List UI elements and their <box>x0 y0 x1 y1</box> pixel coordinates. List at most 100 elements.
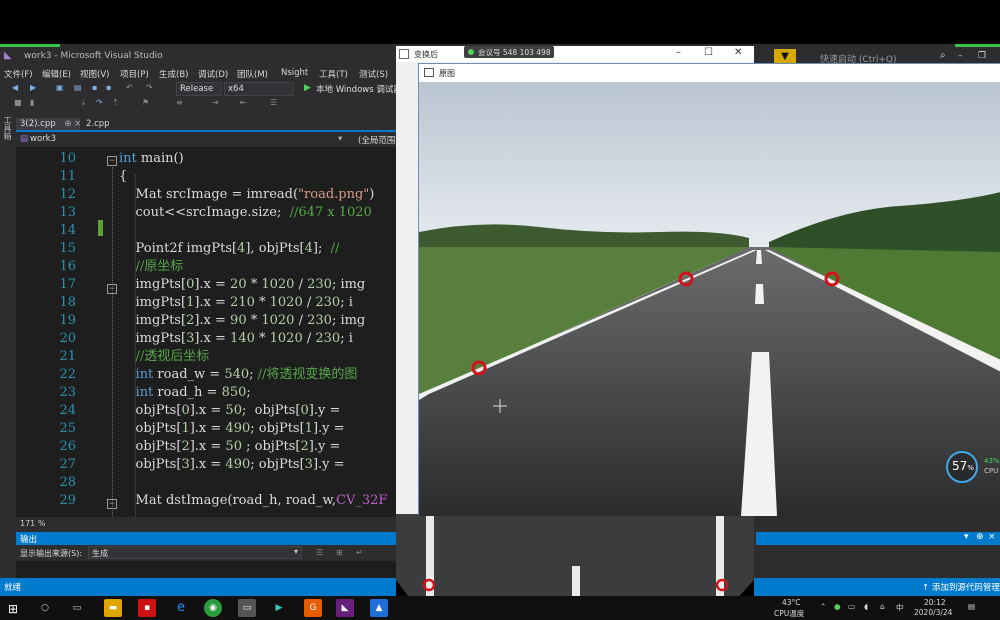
step-into-icon[interactable]: ⇣ <box>80 98 87 107</box>
close-icon[interactable]: × <box>74 119 81 129</box>
close-icon[interactable]: ✕ <box>734 47 742 58</box>
stop-icon[interactable]: ■ <box>14 98 22 107</box>
windows-start-icon[interactable]: ⊞ <box>8 602 18 616</box>
toolbox-tab[interactable]: 工具箱 <box>0 116 14 146</box>
pin-icon[interactable]: ⊕ <box>64 119 71 129</box>
file-explorer-icon[interactable]: ▬ <box>104 599 122 617</box>
terminal-icon[interactable]: ▭ <box>238 599 256 617</box>
menu-build[interactable]: 生成(B) <box>159 68 188 80</box>
menu-tools[interactable]: 工具(T) <box>319 68 348 80</box>
clear-icon[interactable]: ☰ <box>316 548 323 557</box>
collapse-icon[interactable]: − <box>107 499 117 509</box>
code-line[interactable]: 20 imgPts[3].x = 140 * 1020 / 230; i <box>16 330 396 348</box>
step-out-icon[interactable]: ⇡ <box>112 98 119 107</box>
code-line[interactable]: 12 Mat srcImage = imread("road.png") <box>16 186 396 204</box>
source-control-button[interactable]: ↑ 添加到源代码管理 <box>922 581 1000 593</box>
code-line[interactable]: 24 objPts[0].x = 50; objPts[0].y = <box>16 402 396 420</box>
menu-test[interactable]: 测试(S) <box>359 68 388 80</box>
find-icon[interactable]: ⊞ <box>336 548 343 557</box>
menu-team[interactable]: 团队(M) <box>237 68 268 80</box>
minimize-icon[interactable]: – <box>958 51 963 61</box>
bookmark-icon[interactable]: ⚑ <box>142 98 149 107</box>
code-line[interactable]: 27 objPts[3].x = 490; objPts[3].y = <box>16 456 396 474</box>
collapse-icon[interactable]: − <box>107 156 117 166</box>
code-line[interactable]: 22 int road_w = 540; //将透视变换的图 <box>16 366 396 384</box>
code-line[interactable]: 10 int main() <box>16 150 396 168</box>
pin-icon[interactable]: ⊕ <box>976 532 984 542</box>
undo-icon[interactable]: ↶ <box>126 83 133 92</box>
indent-icon[interactable]: ⇥ <box>212 98 219 107</box>
minimize-icon[interactable]: – <box>676 47 681 58</box>
volume-icon[interactable]: ◖ <box>864 602 868 611</box>
tab-file-1[interactable]: 3(2).cpp ⊕ × <box>16 118 81 130</box>
network-icon[interactable]: ⌂ <box>880 602 885 611</box>
code-line[interactable]: 11 { <box>16 168 396 186</box>
save-icon[interactable]: ▪ <box>92 83 97 92</box>
chevron-up-icon[interactable]: ⌃ <box>820 602 826 611</box>
code-line[interactable]: 21 //透视后坐标 <box>16 348 396 366</box>
clock-time[interactable]: 20:12 <box>924 598 946 607</box>
project-dropdown[interactable]: work3 <box>30 134 56 144</box>
debugger-button[interactable]: 本地 Windows 调试器 <box>316 83 402 95</box>
app-icon[interactable]: ▪ <box>138 599 156 617</box>
close-icon[interactable]: × <box>988 532 996 542</box>
format-icon[interactable]: ☰ <box>270 98 277 107</box>
scope-dropdown[interactable]: (全局范围) <box>358 134 399 146</box>
search-icon[interactable]: ⌕ <box>940 50 946 61</box>
save-all-icon[interactable]: ▪ <box>106 83 111 92</box>
code-line[interactable]: 28 <box>16 474 396 492</box>
cpu-widget[interactable]: 57% 43% CPU <box>944 449 1000 485</box>
maximize-icon[interactable]: ☐ <box>704 47 713 58</box>
code-line[interactable]: 17 imgPts[0].x = 20 * 1020 / 230; img <box>16 276 396 294</box>
start-debugging-icon[interactable]: ▶ <box>304 83 311 93</box>
output-pane[interactable] <box>16 561 396 578</box>
photos-icon[interactable]: ▲ <box>370 599 388 617</box>
collapse-icon[interactable]: − <box>107 284 117 294</box>
code-line[interactable]: 15 Point2f imgPts[4], objPts[4]; // <box>16 240 396 258</box>
chevron-down-icon[interactable]: ▾ <box>338 134 342 144</box>
open-icon[interactable]: ▤ <box>74 83 82 92</box>
platform-select[interactable]: x64 <box>224 82 294 96</box>
redo-icon[interactable]: ↷ <box>146 83 153 92</box>
meeting-badge[interactable]: 会议号 548 103 498 <box>464 46 554 58</box>
forward-icon[interactable]: ▶ <box>30 83 36 92</box>
code-line[interactable]: 14 <box>16 222 396 240</box>
road-image[interactable] <box>419 82 1000 516</box>
outdent-icon[interactable]: ⇤ <box>240 98 247 107</box>
code-line[interactable]: 25 objPts[1].x = 490; objPts[1].y = <box>16 420 396 438</box>
menu-nsight[interactable]: Nsight <box>281 68 308 78</box>
menu-debug[interactable]: 调试(D) <box>198 68 228 80</box>
code-editor[interactable]: 10 int main() 11 {12 Mat srcImage = imread(… <box>16 147 396 517</box>
code-line[interactable]: 26 objPts[2].x = 50 ; objPts[2].y = <box>16 438 396 456</box>
menu-view[interactable]: 视图(V) <box>80 68 109 80</box>
comment-icon[interactable]: ≡ <box>176 98 183 107</box>
task-view-icon[interactable]: ▭ <box>68 599 86 617</box>
notification-icon[interactable]: ▤ <box>968 602 975 611</box>
search-icon[interactable]: ○ <box>36 599 54 617</box>
restore-icon[interactable]: ❐ <box>978 51 986 61</box>
menu-edit[interactable]: 编辑(E) <box>42 68 71 80</box>
pin-icon[interactable]: ▾ <box>964 532 969 542</box>
media-player-icon[interactable]: ▶ <box>270 599 288 617</box>
output-source-select[interactable]: 生成 ▾ <box>88 546 302 559</box>
code-line[interactable]: 19 imgPts[2].x = 90 * 1020 / 230; img <box>16 312 396 330</box>
configuration-select[interactable]: Release <box>176 82 222 96</box>
code-line[interactable]: 23 int road_h = 850; <box>16 384 396 402</box>
code-line[interactable]: 18 imgPts[1].x = 210 * 1020 / 230; i <box>16 294 396 312</box>
visual-studio-taskbar-icon[interactable]: ◣ <box>336 599 354 617</box>
code-line[interactable]: 13 cout<<srcImage.size; //647 x 1020 <box>16 204 396 222</box>
back-icon[interactable]: ◀ <box>12 83 18 92</box>
wrap-icon[interactable]: ↵ <box>356 548 363 557</box>
new-project-icon[interactable]: ▣ <box>56 83 64 92</box>
zoom-level[interactable]: 171 % <box>20 519 45 528</box>
step-over-icon[interactable]: ↷ <box>96 98 103 107</box>
menu-file[interactable]: 文件(F) <box>4 68 33 80</box>
pause-icon[interactable]: ▮ <box>30 98 34 107</box>
tab-file-2[interactable]: 2.cpp <box>82 118 130 130</box>
browser-icon[interactable]: ◉ <box>204 599 222 617</box>
menu-project[interactable]: 项目(P) <box>120 68 149 80</box>
language-indicator[interactable]: 中 <box>896 602 904 613</box>
code-line[interactable]: 16 //原坐标 <box>16 258 396 276</box>
app-icon[interactable]: G <box>304 599 322 617</box>
clock-date[interactable]: 2020/3/24 <box>914 608 952 617</box>
